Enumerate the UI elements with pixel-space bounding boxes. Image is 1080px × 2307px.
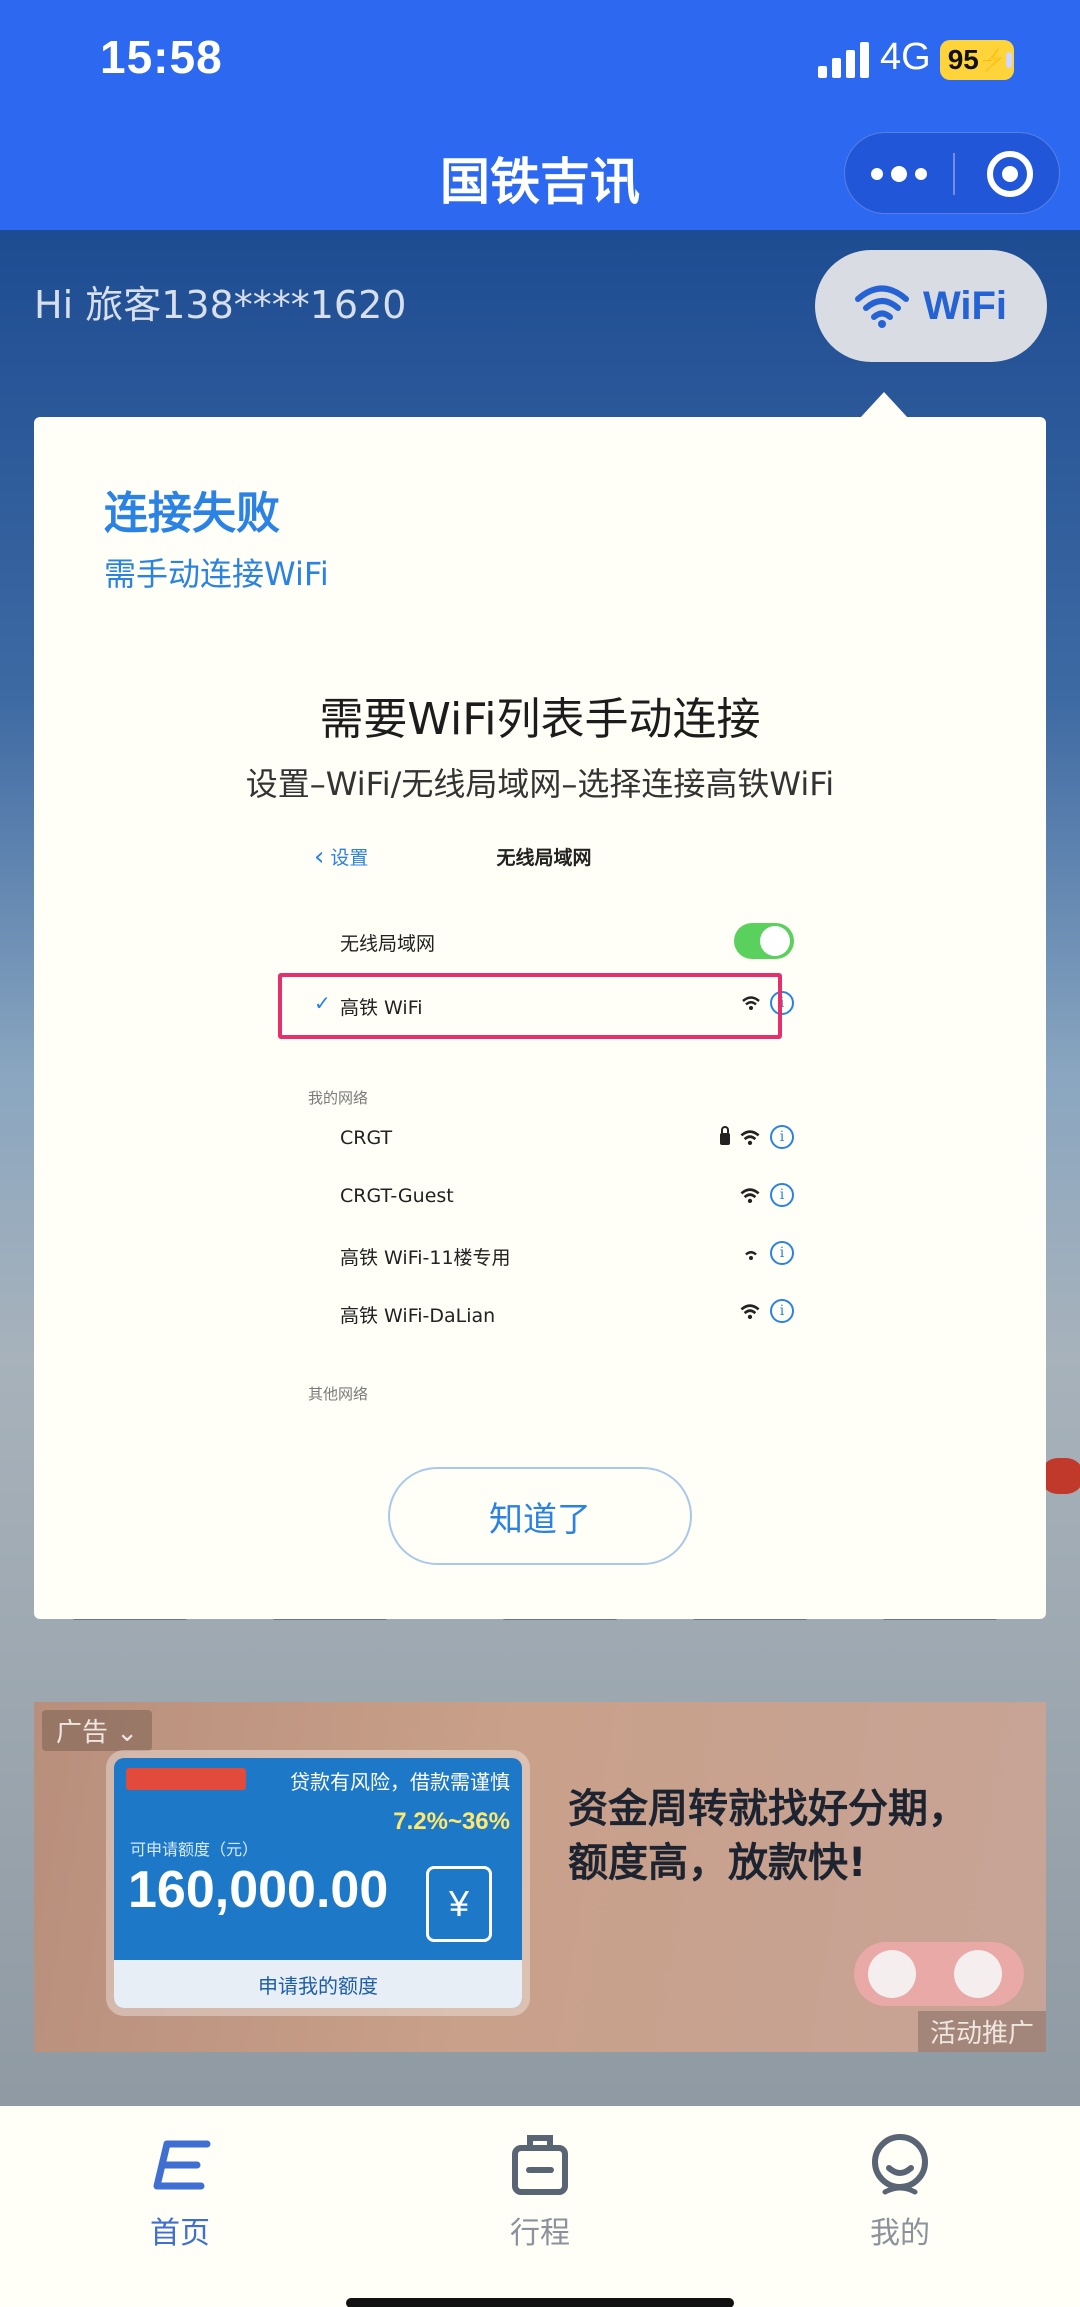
close-miniprogram-icon[interactable]	[987, 151, 1033, 197]
connect-failed-modal: 连接失败 需手动连接WiFi 需要WiFi列表手动连接 设置–WiFi/无线局域…	[34, 417, 1046, 1619]
tab-trip-label: 行程	[510, 2216, 570, 2251]
more-dots-icon[interactable]	[871, 157, 927, 191]
info-icon: i	[770, 1125, 794, 1149]
modal-subtitle: 需手动连接WiFi	[104, 555, 329, 593]
popover-pointer	[860, 392, 908, 418]
ios-network-row: CRGT i	[284, 1119, 804, 1159]
signal-icon	[818, 42, 869, 78]
network-type: 4G	[880, 36, 931, 78]
ad-limit-label: 可申请额度（元）	[130, 1840, 259, 1859]
lock-icon	[720, 1126, 730, 1145]
tab-trip[interactable]: 行程	[440, 2130, 640, 2252]
confirm-button[interactable]: 知道了	[388, 1467, 692, 1565]
info-icon: i	[770, 1241, 794, 1265]
ios-toggle-label: 无线局域网	[340, 933, 436, 955]
toggle-on-icon	[734, 923, 794, 959]
ios-other-networks-header: 其他网络	[308, 1385, 369, 1403]
info-icon: i	[770, 1299, 794, 1323]
wifi-button-label: WiFi	[922, 283, 1008, 328]
ad-card-logo	[126, 1768, 246, 1790]
highlight-box	[278, 973, 782, 1039]
modal-heading: 需要WiFi列表手动连接	[319, 694, 761, 745]
ad-decoration	[854, 1942, 1024, 2006]
miniprogram-capsule	[844, 132, 1060, 214]
wifi-signal-icon	[745, 1251, 757, 1260]
battery-tip	[1006, 52, 1012, 68]
ad-risk-warning: 贷款有风险，借款需谨慎	[290, 1770, 510, 1794]
wifi-signal-icon	[740, 1303, 760, 1319]
modal-path-instructions: 设置–WiFi/无线局域网–选择连接高铁WiFi	[245, 765, 835, 803]
wifi-signal-icon	[740, 1129, 760, 1145]
ios-network-row: 高铁 WiFi-11楼专用 i	[284, 1235, 804, 1275]
battery-level: 95	[947, 44, 979, 75]
ios-wlan-toggle-row: 无线局域网	[284, 921, 804, 961]
ad-card-button: 申请我的额度	[114, 1960, 522, 2008]
battery-icon: 95 ⚡	[940, 40, 1014, 80]
wifi-signal-icon	[740, 1187, 760, 1203]
tab-home[interactable]: 首页	[80, 2130, 280, 2252]
ios-network-row: 高铁 WiFi-DaLian i	[284, 1293, 804, 1333]
profile-face-icon	[872, 2134, 928, 2195]
wifi-button[interactable]: WiFi	[815, 250, 1047, 362]
home-indicator	[346, 2298, 734, 2307]
ios-network-name: CRGT	[340, 1127, 393, 1149]
ios-network-row: CRGT-Guest i	[284, 1177, 804, 1217]
tab-profile-label: 我的	[870, 2216, 930, 2251]
ad-tag[interactable]: 广告 ⌄	[42, 1710, 153, 1751]
info-icon: i	[770, 1183, 794, 1207]
wifi-settings-illustration: ‹ 设置 无线局域网 无线局域网 ✓ 高铁 WiFi i 我的网络 CRGT i	[278, 837, 804, 1403]
greeting-text: Hi 旅客138****1620	[34, 283, 407, 327]
trip-bag-icon	[512, 2135, 568, 2195]
ios-network-name: CRGT-Guest	[340, 1185, 454, 1207]
ios-network-name: 高铁 WiFi-11楼专用	[340, 1247, 511, 1269]
yen-icon: ¥	[426, 1866, 492, 1942]
ios-network-name: 高铁 WiFi-DaLian	[340, 1305, 496, 1327]
ad-amount: 160,000.00	[128, 1861, 389, 1919]
ad-rate: 7.2%~36%	[393, 1808, 510, 1835]
ios-nav-title: 无线局域网	[496, 847, 592, 869]
tab-bar: 首页 行程 我的	[0, 2106, 1080, 2307]
status-time: 15:58	[100, 31, 223, 83]
wifi-icon	[854, 285, 909, 328]
nav-bar: 国铁吉讯	[0, 124, 1080, 230]
modal-title: 连接失败	[104, 488, 280, 539]
tab-profile[interactable]: 我的	[800, 2130, 1000, 2252]
ad-headline: 资金周转就找好分期，额度高，放款快!	[568, 1786, 968, 1886]
ios-my-networks-header: 我的网络	[308, 1089, 369, 1107]
home-e-icon	[153, 2140, 211, 2190]
ad-promo-label: 活动推广	[917, 2011, 1046, 2052]
ad-tag-label: 广告	[56, 1718, 109, 1748]
capsule-divider	[953, 153, 955, 195]
side-badge	[1040, 1458, 1080, 1494]
ad-loan-card: 贷款有风险，借款需谨慎 7.2%~36% 可申请额度（元） 160,000.00…	[114, 1758, 522, 2008]
ad-banner[interactable]: 广告 ⌄ 贷款有风险，借款需谨慎 7.2%~36% 可申请额度（元） 160,0…	[34, 1702, 1046, 2052]
status-bar: 15:58 4G 95 ⚡	[0, 0, 1080, 124]
tab-home-label: 首页	[150, 2216, 210, 2251]
